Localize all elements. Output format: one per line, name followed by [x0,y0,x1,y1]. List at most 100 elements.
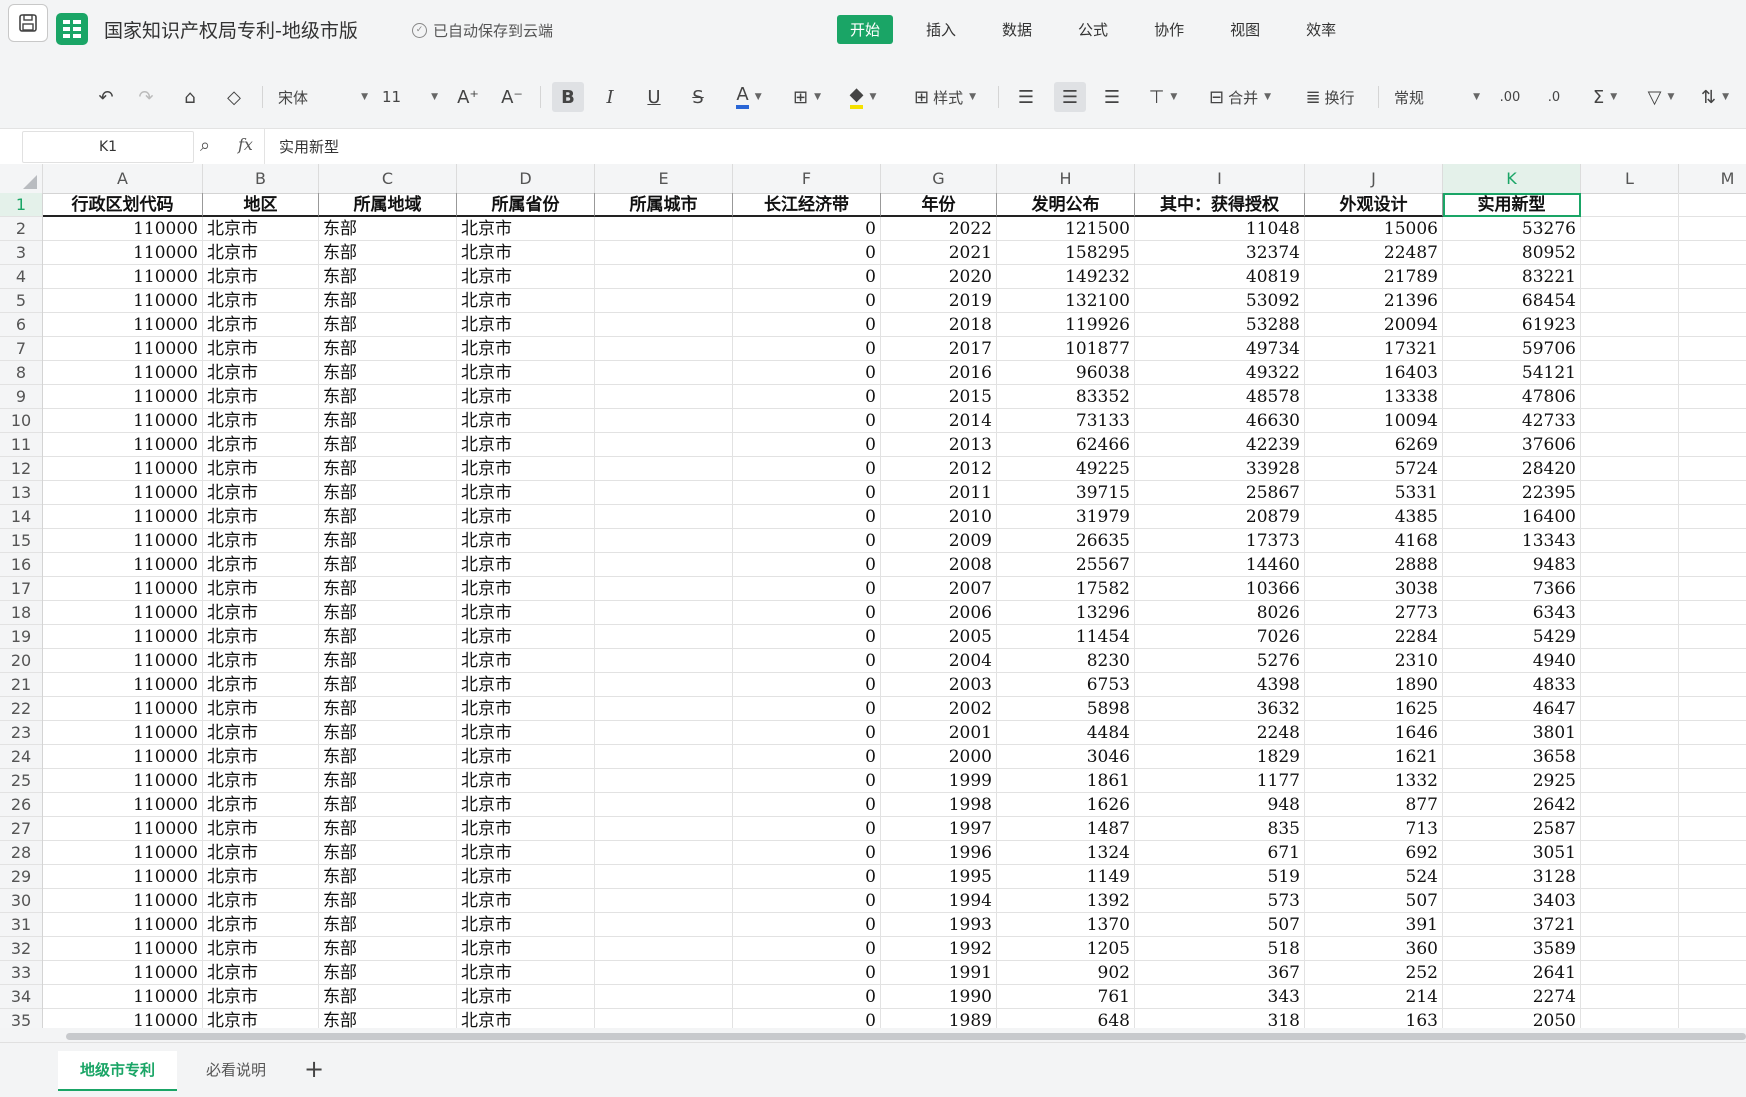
cell[interactable]: 东部 [319,865,457,889]
header-cell[interactable]: 行政区划代码 [43,193,203,217]
cell[interactable]: 0 [733,217,881,241]
cell[interactable]: 2018 [881,313,997,337]
cell[interactable]: 360 [1305,937,1443,961]
row-header[interactable]: 21 [0,673,42,697]
cell[interactable] [595,649,733,673]
row-header[interactable]: 35 [0,1009,42,1028]
cell[interactable]: 北京市 [203,673,319,697]
header-cell[interactable]: 所属城市 [595,193,733,217]
cell[interactable]: 北京市 [457,505,595,529]
cell[interactable]: 692 [1305,841,1443,865]
cell[interactable] [595,697,733,721]
cell[interactable]: 东部 [319,937,457,961]
cell[interactable] [1679,841,1746,865]
cell[interactable]: 507 [1135,913,1305,937]
cell[interactable] [1581,529,1679,553]
cell[interactable]: 4398 [1135,673,1305,697]
cell[interactable]: 0 [733,721,881,745]
cell[interactable]: 0 [733,337,881,361]
cell[interactable]: 1177 [1135,769,1305,793]
cell[interactable]: 1392 [997,889,1135,913]
cell[interactable]: 1890 [1305,673,1443,697]
cell[interactable]: 东部 [319,793,457,817]
cell[interactable] [595,385,733,409]
cell[interactable]: 110000 [43,241,203,265]
column-header-f[interactable]: F [733,164,881,193]
cell[interactable]: 北京市 [457,769,595,793]
cell[interactable]: 1994 [881,889,997,913]
cell[interactable]: 2004 [881,649,997,673]
name-box[interactable]: K1 [22,131,194,163]
column-header-e[interactable]: E [595,164,733,193]
cell[interactable] [595,961,733,985]
cell[interactable]: 北京市 [457,793,595,817]
cell[interactable]: 0 [733,505,881,529]
cell[interactable]: 54121 [1443,361,1581,385]
cell[interactable]: 北京市 [457,313,595,337]
cell[interactable]: 28420 [1443,457,1581,481]
cell[interactable]: 0 [733,361,881,385]
cell[interactable] [1581,745,1679,769]
cell[interactable]: 5898 [997,697,1135,721]
cell[interactable]: 318 [1135,1009,1305,1028]
header-cell[interactable]: 年份 [881,193,997,217]
cell[interactable] [1679,553,1746,577]
row-header[interactable]: 22 [0,697,42,721]
cell[interactable] [595,409,733,433]
cell[interactable] [1581,1009,1679,1028]
cell[interactable] [1679,457,1746,481]
row-header[interactable]: 19 [0,625,42,649]
column-header-m[interactable]: M [1679,164,1746,193]
cell[interactable]: 0 [733,1009,881,1028]
column-header-k[interactable]: K [1443,164,1581,193]
menu-start[interactable]: 开始 [837,15,894,44]
cell[interactable] [1581,937,1679,961]
row-header[interactable]: 3 [0,241,42,265]
cell[interactable] [1679,481,1746,505]
styles-button[interactable]: ⊞ 样式 ▼ [904,82,986,112]
cell[interactable]: 3403 [1443,889,1581,913]
row-header[interactable]: 34 [0,985,42,1009]
column-header-h[interactable]: H [997,164,1135,193]
cell[interactable]: 132100 [997,289,1135,313]
cell[interactable]: 2000 [881,745,997,769]
sort-button[interactable]: ⇅ ▼ [1694,82,1736,112]
cell[interactable]: 2014 [881,409,997,433]
row-header[interactable]: 8 [0,361,42,385]
undo-button[interactable]: ↶ [92,82,120,112]
cell[interactable] [1581,577,1679,601]
cell[interactable]: 0 [733,385,881,409]
cell[interactable]: 东部 [319,385,457,409]
cell[interactable] [1679,817,1746,841]
cell[interactable]: 0 [733,625,881,649]
cell[interactable]: 20094 [1305,313,1443,337]
cell[interactable]: 367 [1135,961,1305,985]
cell[interactable]: 16403 [1305,361,1443,385]
vertical-align-button[interactable]: ⊤ ▼ [1142,82,1184,112]
cell[interactable]: 2006 [881,601,997,625]
cell[interactable]: 524 [1305,865,1443,889]
cell[interactable] [1581,961,1679,985]
cell[interactable]: 17373 [1135,529,1305,553]
cell[interactable]: 1829 [1135,745,1305,769]
row-header[interactable]: 20 [0,649,42,673]
cell[interactable]: 1998 [881,793,997,817]
header-cell[interactable]: 所属地域 [319,193,457,217]
cell[interactable]: 110000 [43,985,203,1009]
cell[interactable] [1581,769,1679,793]
cell[interactable]: 1989 [881,1009,997,1028]
cell[interactable]: 0 [733,529,881,553]
column-header-i[interactable]: I [1135,164,1305,193]
cell[interactable]: 2012 [881,457,997,481]
column-header-d[interactable]: D [457,164,595,193]
font-size-select[interactable]: 11 ▼ [382,82,438,112]
cell[interactable] [1581,889,1679,913]
cell[interactable] [595,721,733,745]
cell[interactable]: 东部 [319,505,457,529]
cell[interactable]: 110000 [43,529,203,553]
header-cell[interactable]: 其中：获得授权 [1135,193,1305,217]
redo-button[interactable]: ↷ [132,82,160,112]
cell[interactable]: 110000 [43,289,203,313]
cell[interactable]: 110000 [43,481,203,505]
cell[interactable]: 北京市 [203,793,319,817]
